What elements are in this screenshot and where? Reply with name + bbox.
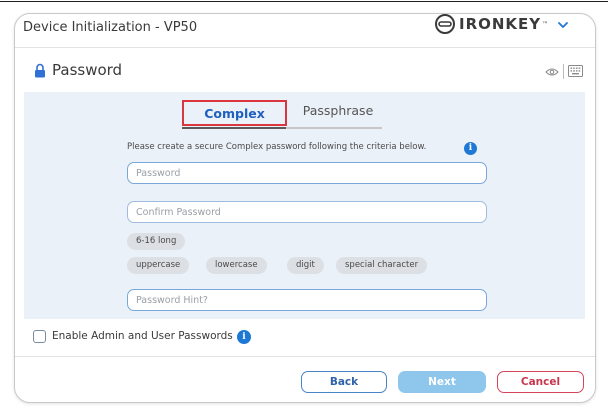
tab-complex[interactable]: Complex xyxy=(182,100,287,126)
password-field[interactable] xyxy=(127,162,487,184)
ironkey-logo-icon xyxy=(435,14,455,34)
criteria-lowercase-chip: lowercase xyxy=(206,257,267,274)
enable-admin-user-label[interactable]: Enable Admin and User Passwords xyxy=(52,330,233,342)
window-title: Device Initialization - VP50 xyxy=(23,20,198,35)
lock-icon xyxy=(35,63,45,78)
footer-divider xyxy=(15,356,595,357)
tab-underline xyxy=(286,127,382,129)
criteria-length-chip: 6-16 long xyxy=(127,233,186,250)
back-button[interactable]: Back xyxy=(301,371,387,393)
info-icon[interactable]: i xyxy=(237,330,251,344)
header-divider xyxy=(15,47,595,48)
criteria-special-chip: special character xyxy=(336,257,428,274)
brand-logo: IRONKEY ™ xyxy=(434,12,548,36)
brand-trademark: ™ xyxy=(542,20,549,28)
criteria-digit-chip: digit xyxy=(287,257,324,274)
keyboard-icon[interactable] xyxy=(568,65,583,77)
eye-icon[interactable] xyxy=(545,67,559,77)
cancel-button[interactable]: Cancel xyxy=(497,371,584,393)
chevron-down-icon[interactable] xyxy=(556,18,570,32)
password-hint-field[interactable] xyxy=(127,289,487,311)
tab-passphrase[interactable]: Passphrase xyxy=(298,103,378,118)
tab-underline-active xyxy=(182,127,286,129)
brand-name: IRONKEY xyxy=(459,15,542,33)
section-title: Password xyxy=(52,61,123,79)
criteria-uppercase-chip: uppercase xyxy=(127,257,190,274)
info-icon[interactable]: i xyxy=(464,142,477,155)
enable-admin-user-checkbox[interactable] xyxy=(33,330,46,343)
next-button[interactable]: Next xyxy=(398,371,486,393)
toolbar-separator xyxy=(563,64,564,79)
instruction-text: Please create a secure Complex password … xyxy=(127,142,427,152)
top-rule xyxy=(0,1,608,2)
confirm-password-field[interactable] xyxy=(127,201,487,223)
